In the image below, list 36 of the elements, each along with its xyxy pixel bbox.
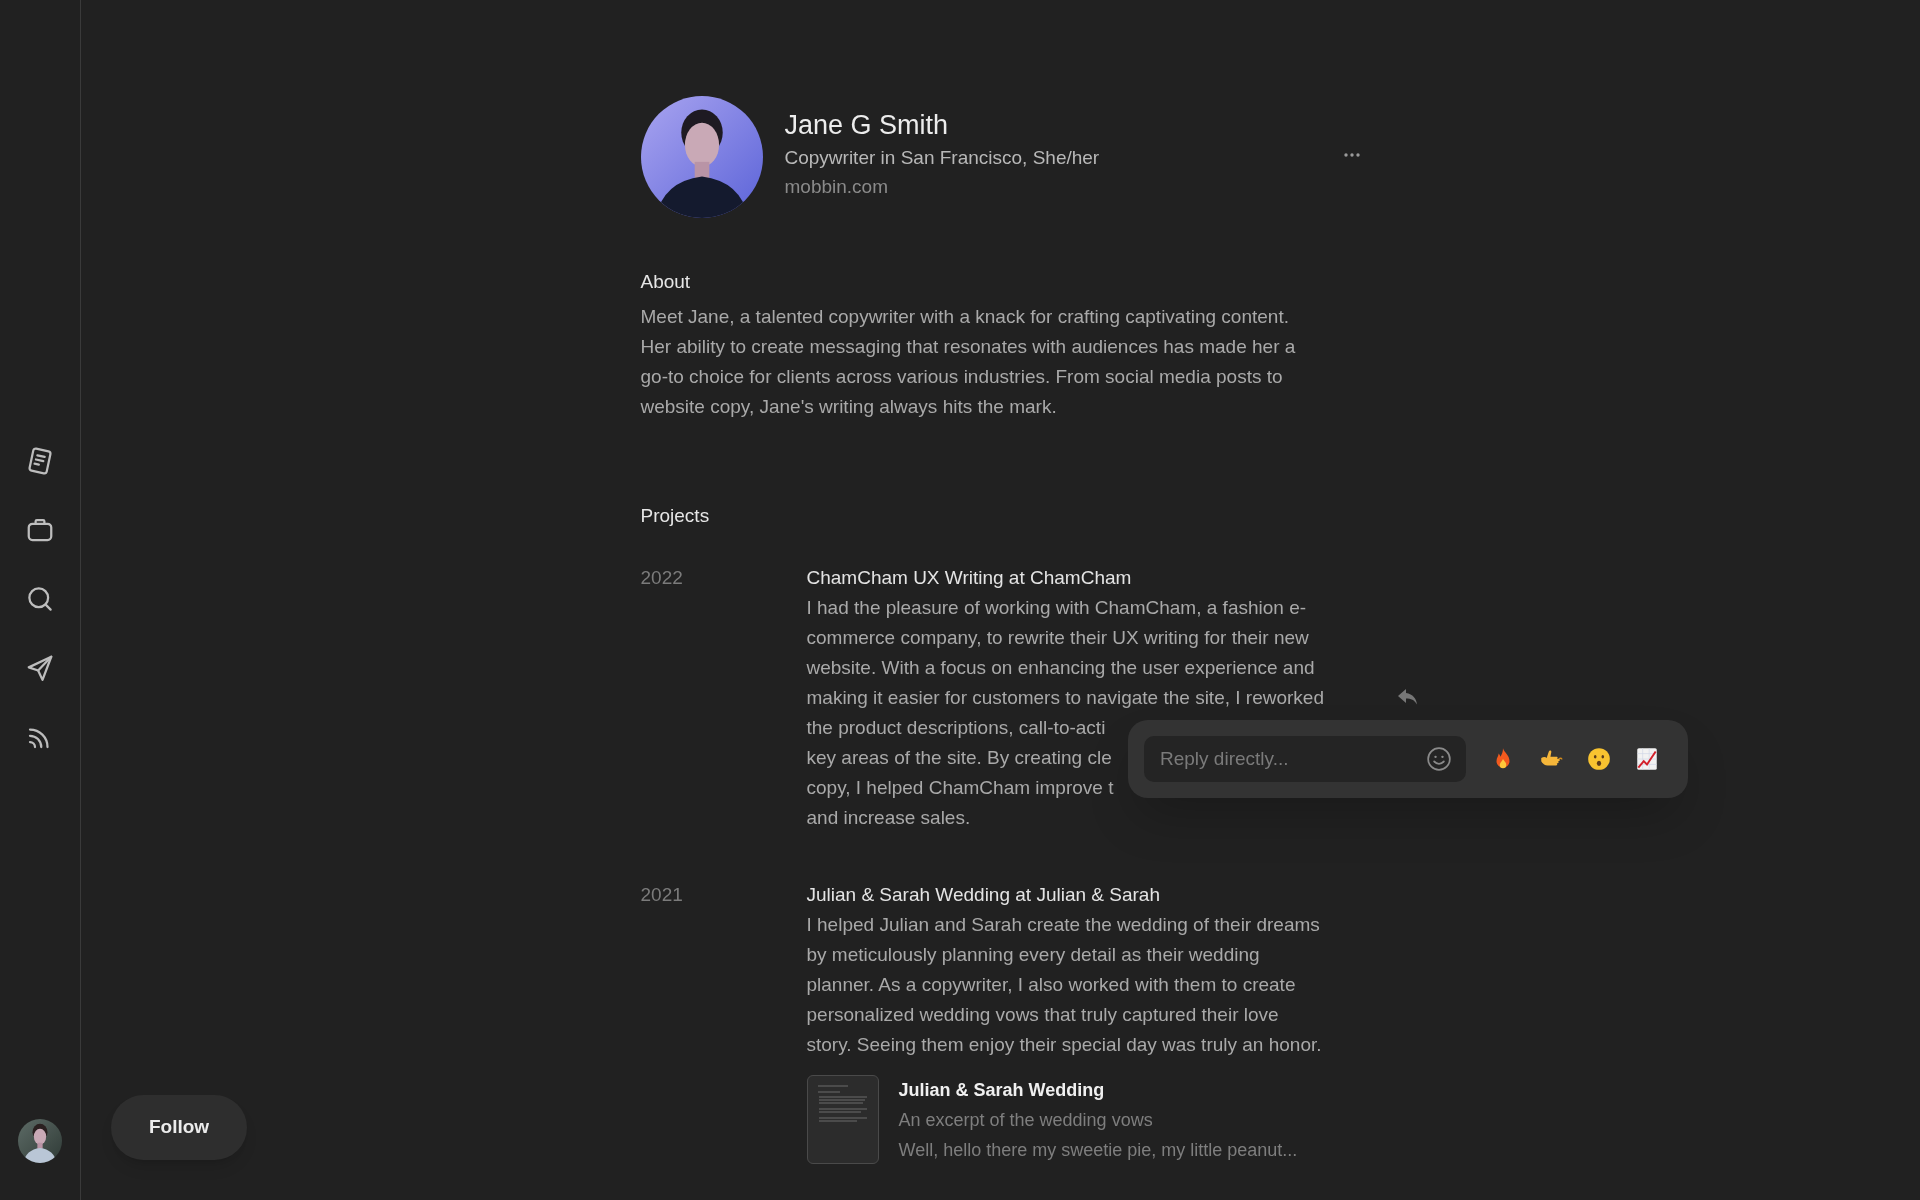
attachment-title: Julian & Sarah Wedding — [898, 1079, 1106, 1102]
more-icon[interactable] — [1342, 152, 1361, 158]
attachment-subtitle: An excerpt of the wedding vows — [898, 1109, 1154, 1132]
website-link[interactable]: mobbin.com — [784, 172, 1100, 201]
smiley-icon[interactable] — [1426, 746, 1452, 772]
project-title: ChamCham UX Writing at ChamCham — [806, 566, 1133, 590]
description-line: website. With a focus on enhancing the user experience and — [806, 656, 1315, 680]
profile-name: Jane G Smith — [784, 109, 950, 142]
description-line: story. Seeing them enjoy their special day was truly an honor. — [806, 1033, 1322, 1057]
reply-field[interactable]: Reply directly... — [1144, 736, 1466, 782]
project-year: 2021 — [640, 883, 684, 907]
surprised-face-icon[interactable] — [1586, 746, 1612, 772]
description-line: by meticulously planning every detail as their wedding — [806, 943, 1260, 967]
notes-icon[interactable] — [25, 446, 55, 476]
description-line: and increase sales. — [806, 806, 971, 830]
description-line: the product descriptions, call-to-acti — [806, 716, 1106, 740]
attachment-snippet: Well, hello there my sweetie pie, my little peanut... — [898, 1139, 1298, 1162]
project-title: Julian & Sarah Wedding at Julian & Sarah — [806, 883, 1161, 907]
chart-icon[interactable] — [1634, 746, 1660, 772]
profile-headline: Copywriter in San Francisco, She/her — [784, 146, 1100, 170]
follow-button[interactable]: Follow — [111, 1095, 247, 1160]
description-line: I had the pleasure of working with ChamCham, a fashion e- — [806, 596, 1307, 620]
search-icon[interactable] — [25, 584, 55, 614]
description-line: planner. As a copywriter, I also worked with them to create — [806, 973, 1296, 997]
description-line: I helped Julian and Sarah create the wedding of their dreams — [806, 913, 1320, 937]
send-icon[interactable] — [25, 653, 55, 683]
description-line: personalized wedding vows that truly captured their love — [806, 1003, 1279, 1027]
about-text: Meet Jane, a talented copywriter with a knack for crafting captivating content. Her ability to create messaging that resonates with audiences has made her a go-to choice for clients across various industries. From social media posts to website copy, Jane's writing always hits the mark. — [640, 305, 1296, 419]
description-line: copy, I helped ChamCham improve t — [806, 776, 1114, 800]
section-heading: Projects — [640, 504, 711, 528]
description-line: making it easier for customers to navigate the site, I reworked — [806, 686, 1324, 710]
document-thumbnail[interactable] — [806, 1075, 879, 1164]
project-year: 2022 — [640, 566, 684, 590]
section-heading: About — [640, 270, 692, 294]
description-line: commerce company, to rewrite their UX writing for their new — [806, 626, 1309, 650]
description-line: key areas of the site. By creating cle — [806, 746, 1112, 770]
